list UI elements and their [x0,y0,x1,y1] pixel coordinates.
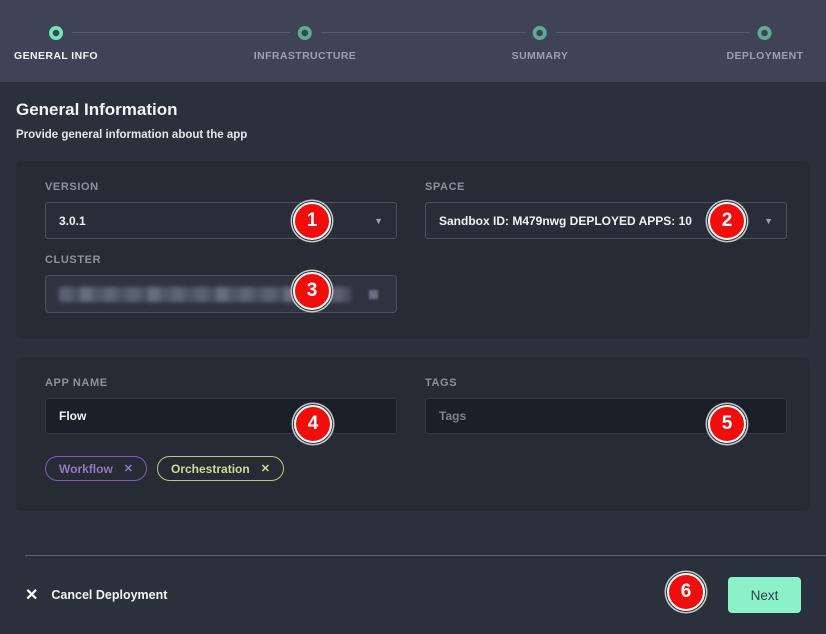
step-indicator-icon [49,26,63,40]
deployment-wizard: GENERAL INFO INFRASTRUCTURE SUMMARY DEPL… [0,0,826,634]
cluster-field-group: CLUSTER [45,254,397,316]
step-label: INFRASTRUCTURE [254,50,356,62]
app-name-input[interactable] [45,398,397,434]
appname-tags-card: APP NAME TAGS Workflow ✕ Orchestration ✕ [16,357,810,511]
stepper-step-infrastructure[interactable]: INFRASTRUCTURE [254,26,356,62]
stepper-step-general-info[interactable]: GENERAL INFO [14,26,98,62]
step-indicator-icon [298,26,312,40]
cluster-label: CLUSTER [45,254,397,266]
tag-chip-workflow: Workflow ✕ [45,456,147,481]
version-selected-value: 3.0.1 [59,214,86,228]
annotation-badge-6: 6 [667,573,705,611]
cluster-field[interactable] [45,275,397,313]
annotation-badge-4: 4 [294,405,332,443]
stepper-step-summary[interactable]: SUMMARY [512,26,569,62]
tag-chip-label: Orchestration [171,462,250,476]
step-indicator-icon [758,26,772,40]
annotation-number: 4 [308,413,319,435]
stepper-step-deployment[interactable]: DEPLOYMENT [727,26,804,62]
tag-chip-list: Workflow ✕ Orchestration ✕ [45,456,787,487]
chevron-down-icon: ▼ [374,216,383,226]
stepper-connector [556,32,750,33]
cancel-deployment-label: Cancel Deployment [51,588,167,602]
tags-label: TAGS [425,377,787,389]
step-label: DEPLOYMENT [727,50,804,62]
app-name-label: APP NAME [45,377,397,389]
step-label: GENERAL INFO [14,50,98,62]
chevron-down-icon: ▼ [764,216,773,226]
version-space-cluster-card: VERSION 3.0.1 ▼ SPACE Sandbox ID: M479nw… [16,161,810,339]
annotation-badge-1: 1 [293,202,331,240]
space-label: SPACE [425,181,787,193]
main-content: General Information Provide general info… [0,82,826,511]
annotation-badge-5: 5 [708,405,746,443]
page-subtitle: Provide general information about the ap… [16,129,810,141]
remove-tag-icon[interactable]: ✕ [261,462,270,475]
redacted-cluster-suffix [369,290,378,299]
annotation-number: 5 [722,413,733,435]
next-button[interactable]: Next [728,577,801,613]
wizard-stepper: GENERAL INFO INFRASTRUCTURE SUMMARY DEPL… [0,0,826,82]
version-select[interactable]: 3.0.1 ▼ [45,202,397,239]
cancel-deployment-button[interactable]: ✕ Cancel Deployment [25,585,167,605]
version-field-group: VERSION 3.0.1 ▼ [45,181,397,242]
annotation-number: 1 [307,210,318,232]
tag-chip-label: Workflow [59,462,113,476]
step-indicator-icon [533,26,547,40]
annotation-badge-2: 2 [708,202,746,240]
step-label: SUMMARY [512,50,569,62]
space-selected-value: Sandbox ID: M479nwg DEPLOYED APPS: 10 [439,214,692,228]
annotation-number: 6 [681,581,692,603]
tag-chip-orchestration: Orchestration ✕ [157,456,284,481]
annotation-badge-3: 3 [293,272,331,310]
close-icon: ✕ [25,585,38,605]
annotation-number: 2 [722,210,733,232]
version-label: VERSION [45,181,397,193]
remove-tag-icon[interactable]: ✕ [124,462,133,475]
app-name-field-group: APP NAME [45,377,397,440]
annotation-number: 3 [307,280,318,302]
page-title: General Information [16,100,810,120]
